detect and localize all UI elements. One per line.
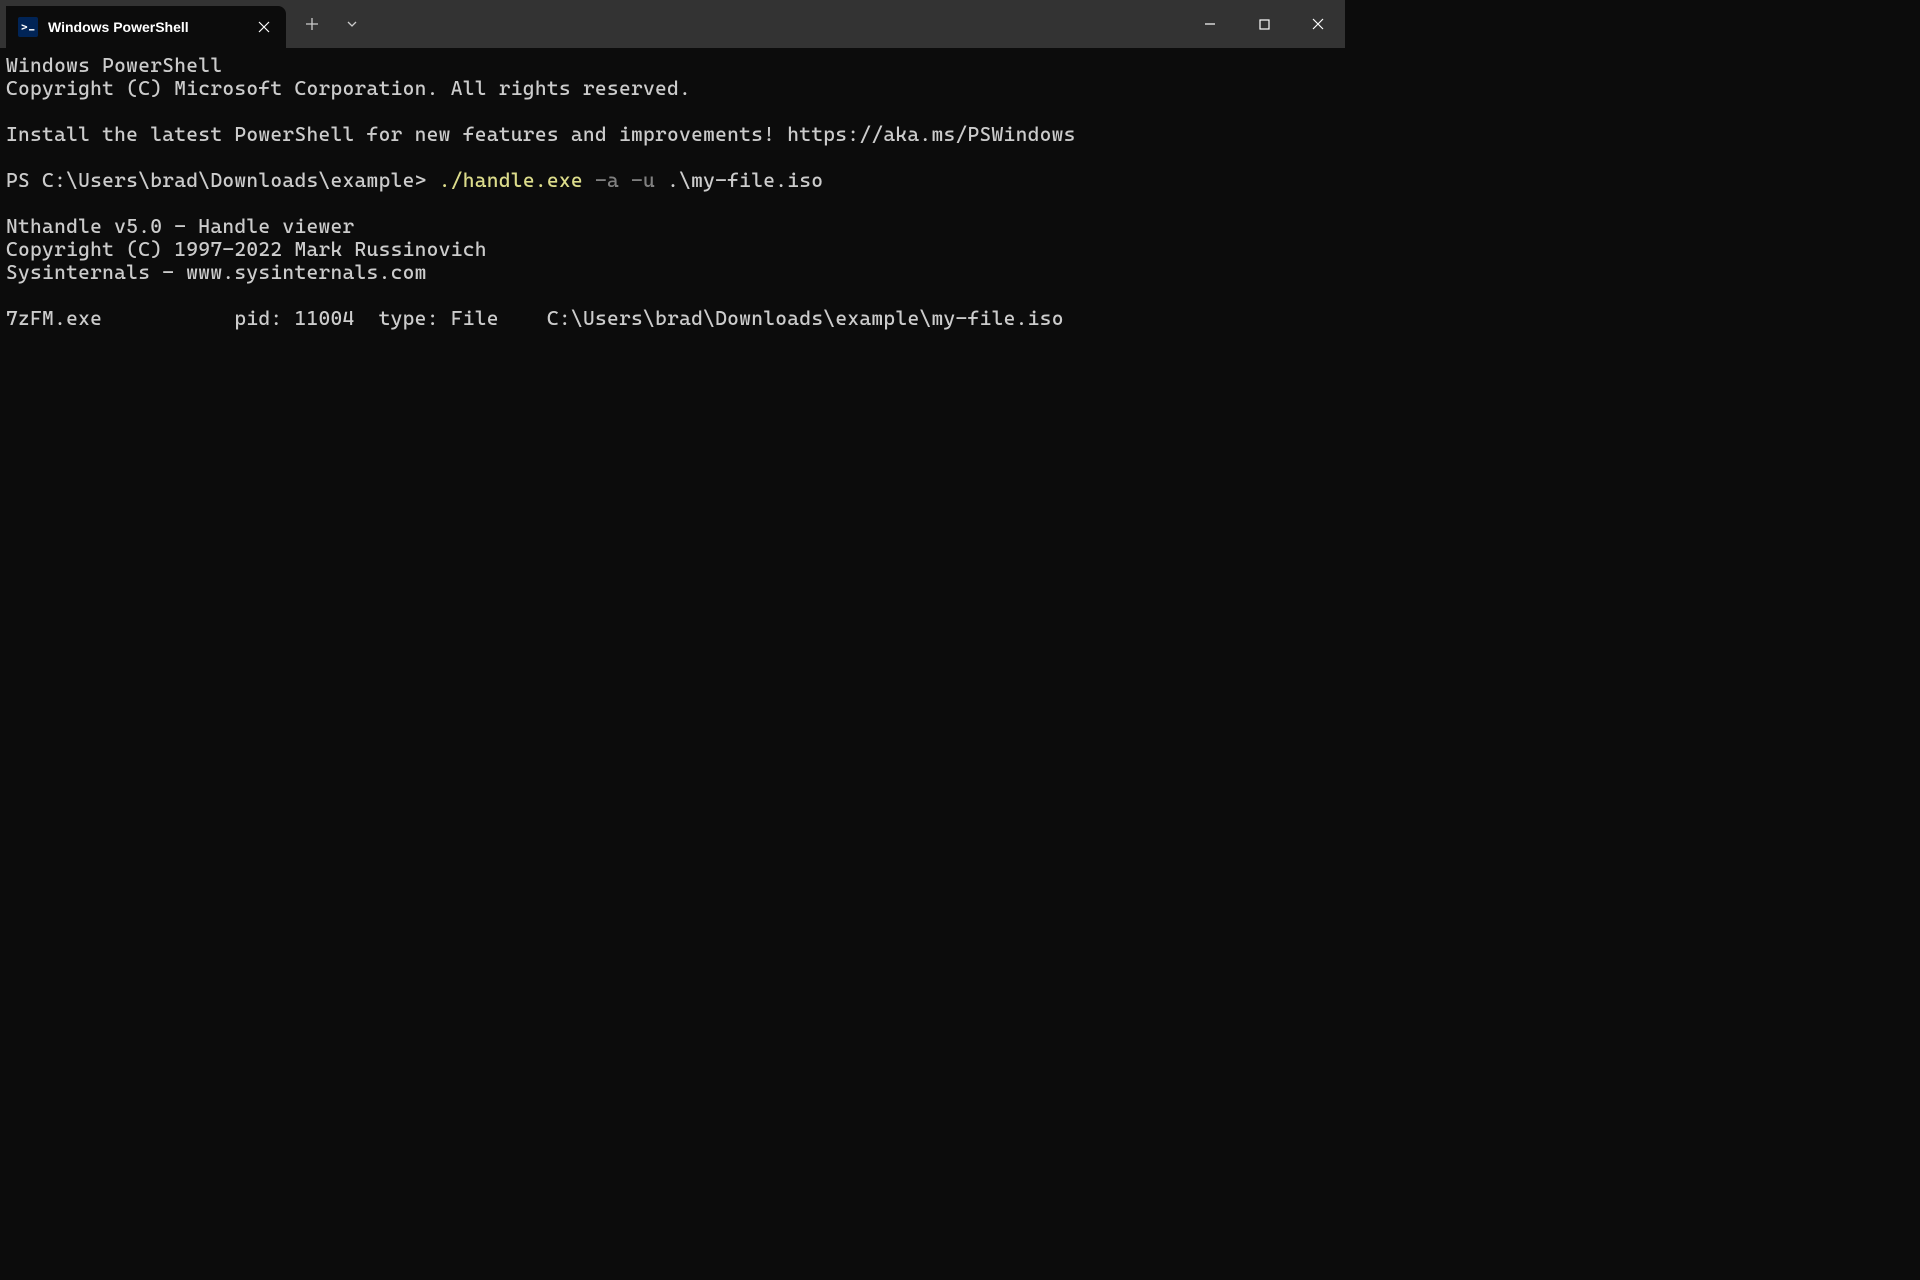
- terminal-line: Copyright (C) Microsoft Corporation. All…: [6, 76, 691, 100]
- terminal-output[interactable]: Windows PowerShell Copyright (C) Microso…: [0, 48, 1345, 336]
- tab-title: Windows PowerShell: [48, 19, 242, 35]
- command-flags: -a -u: [583, 168, 667, 192]
- command-executable: ./handle.exe: [439, 168, 583, 192]
- terminal-line: Sysinternals - www.sysinternals.com: [6, 260, 427, 284]
- result-type-label: type:: [379, 306, 439, 330]
- command-argument: .\my-file.iso: [667, 168, 823, 192]
- result-process: 7zFM.exe: [6, 306, 102, 330]
- result-pid: 11004: [294, 306, 354, 330]
- terminal-line: Copyright (C) 1997-2022 Mark Russinovich: [6, 237, 487, 261]
- prompt: PS C:\Users\brad\Downloads\example>: [6, 168, 439, 192]
- window-controls: [1183, 0, 1345, 48]
- close-window-button[interactable]: [1291, 0, 1345, 48]
- tab-close-button[interactable]: [252, 15, 276, 39]
- terminal-line: Install the latest PowerShell for new fe…: [6, 122, 1076, 146]
- terminal-line: Windows PowerShell: [6, 53, 222, 77]
- maximize-button[interactable]: [1237, 0, 1291, 48]
- terminal-line: Nthandle v5.0 - Handle viewer: [6, 214, 355, 238]
- result-pid-label: pid:: [234, 306, 282, 330]
- titlebar-tab-controls: [286, 0, 370, 48]
- tab-dropdown-button[interactable]: [334, 6, 370, 42]
- powershell-icon: [18, 17, 38, 37]
- titlebar: Windows PowerShell: [0, 0, 1345, 48]
- titlebar-drag-area[interactable]: [370, 0, 1183, 48]
- new-tab-button[interactable]: [294, 6, 330, 42]
- minimize-button[interactable]: [1183, 0, 1237, 48]
- result-type: File: [451, 306, 499, 330]
- tab-powershell[interactable]: Windows PowerShell: [6, 6, 286, 48]
- result-path: C:\Users\brad\Downloads\example\my-file.…: [547, 306, 1064, 330]
